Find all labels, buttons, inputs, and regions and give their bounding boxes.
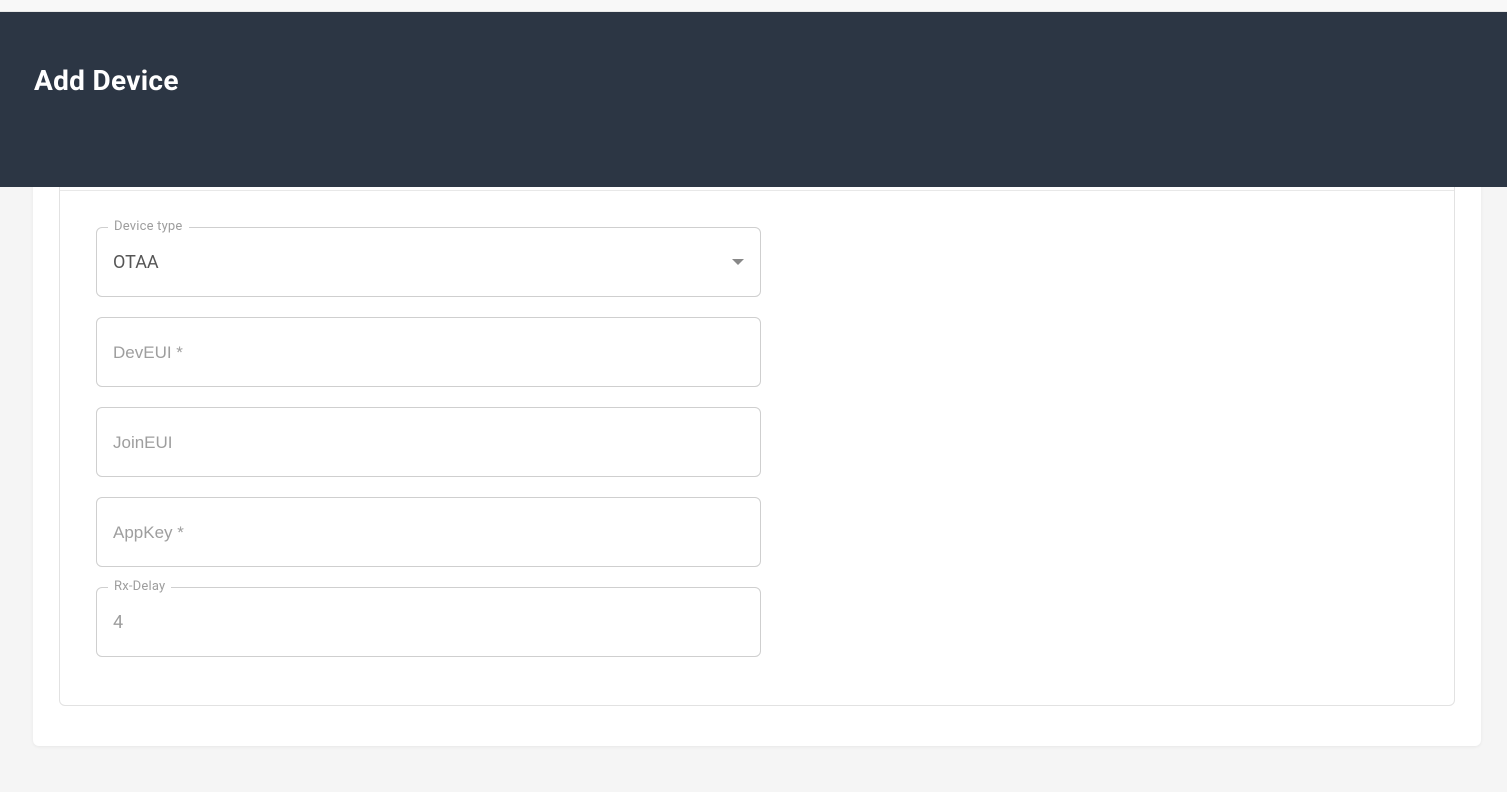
appkey-field-wrapper xyxy=(96,497,761,567)
device-type-select[interactable]: OTAA xyxy=(96,227,761,297)
form-row-rx-delay: Rx-Delay 4 xyxy=(96,587,1418,657)
appkey-input[interactable] xyxy=(96,497,761,567)
page-title: Add Device xyxy=(34,64,1473,97)
main-card: LoRaWAN Details Device type OTAA xyxy=(33,107,1481,746)
page-header: Add Device xyxy=(0,12,1507,187)
panel-body: Device type OTAA xyxy=(60,191,1454,705)
device-type-label: Device type xyxy=(108,219,189,234)
form-row-joineui xyxy=(96,407,1418,477)
device-type-value: OTAA xyxy=(113,252,159,273)
rx-delay-value: 4 xyxy=(113,612,123,633)
rx-delay-input[interactable]: 4 xyxy=(96,587,761,657)
form-row-device-type: Device type OTAA xyxy=(96,227,1418,297)
top-bar xyxy=(0,0,1507,12)
chevron-down-icon xyxy=(732,259,744,265)
lorawan-panel: LoRaWAN Details Device type OTAA xyxy=(59,133,1455,706)
deveui-input[interactable] xyxy=(96,317,761,387)
form-row-deveui xyxy=(96,317,1418,387)
deveui-field-wrapper xyxy=(96,317,761,387)
form-row-appkey xyxy=(96,497,1418,567)
rx-delay-field-wrapper: Rx-Delay 4 xyxy=(96,587,761,657)
joineui-field-wrapper xyxy=(96,407,761,477)
device-type-field-wrapper: Device type OTAA xyxy=(96,227,761,297)
rx-delay-label: Rx-Delay xyxy=(108,579,171,594)
joineui-input[interactable] xyxy=(96,407,761,477)
